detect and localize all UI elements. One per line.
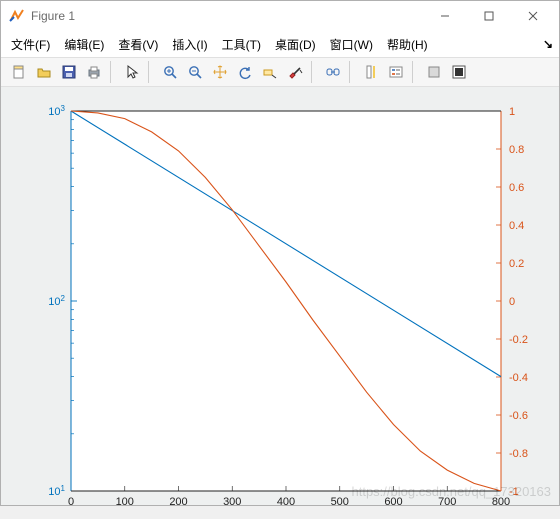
pointer-button[interactable]	[120, 60, 144, 84]
toolbar-separator	[148, 61, 154, 83]
menu-desktop[interactable]: 桌面(D)	[271, 34, 320, 55]
legend-button[interactable]	[384, 60, 408, 84]
svg-text:100: 100	[116, 496, 134, 508]
axes[interactable]: 0 100 200 300 400 500 600 700 800 101 102 103 -1 -0.8…	[15, 101, 545, 519]
save-button[interactable]	[57, 60, 81, 84]
menu-help[interactable]: 帮助(H)	[383, 34, 432, 55]
matlab-logo-icon	[9, 8, 25, 24]
svg-text:-0.2: -0.2	[509, 334, 528, 346]
toolbar-separator	[349, 61, 355, 83]
pan-button[interactable]	[208, 60, 232, 84]
toolbar-separator	[311, 61, 317, 83]
svg-text:0.6: 0.6	[509, 182, 524, 194]
svg-text:-1: -1	[509, 486, 519, 498]
menu-window[interactable]: 窗口(W)	[326, 34, 377, 55]
svg-text:-0.6: -0.6	[509, 410, 528, 422]
svg-text:500: 500	[331, 496, 349, 508]
svg-text:103: 103	[48, 104, 65, 119]
minimize-button[interactable]	[423, 2, 467, 30]
toolbar-more-icon[interactable]: ↘	[535, 37, 553, 51]
menu-edit[interactable]: 编辑(E)	[60, 34, 108, 55]
open-button[interactable]	[32, 60, 56, 84]
new-figure-button[interactable]	[7, 60, 31, 84]
svg-text:-0.8: -0.8	[509, 448, 528, 460]
svg-text:0: 0	[68, 496, 74, 508]
toolbar-separator	[110, 61, 116, 83]
svg-text:700: 700	[438, 496, 456, 508]
menu-insert[interactable]: 插入(I)	[168, 34, 211, 55]
print-button[interactable]	[82, 60, 106, 84]
brush-button[interactable]	[283, 60, 307, 84]
svg-text:0.4: 0.4	[509, 220, 524, 232]
svg-text:0.2: 0.2	[509, 258, 524, 270]
close-button[interactable]	[511, 2, 555, 30]
svg-text:300: 300	[223, 496, 241, 508]
menubar: 文件(F) 编辑(E) 查看(V) 插入(I) 工具(T) 桌面(D) 窗口(W…	[1, 31, 559, 57]
link-button[interactable]	[321, 60, 345, 84]
svg-text:1: 1	[509, 106, 515, 118]
axes-container: 0100200300400500600700800101102103-1-0.8…	[15, 101, 545, 491]
titlebar: Figure 1	[1, 1, 559, 31]
data-cursor-button[interactable]	[258, 60, 282, 84]
menu-file[interactable]: 文件(F)	[7, 34, 54, 55]
maximize-button[interactable]	[467, 2, 511, 30]
menu-view[interactable]: 查看(V)	[114, 34, 162, 55]
svg-text:102: 102	[48, 294, 65, 309]
svg-text:0.8: 0.8	[509, 144, 524, 156]
svg-text:600: 600	[384, 496, 402, 508]
zoom-out-button[interactable]	[183, 60, 207, 84]
zoom-in-button[interactable]	[158, 60, 182, 84]
show-tools-button[interactable]	[447, 60, 471, 84]
menu-tools[interactable]: 工具(T)	[218, 34, 265, 55]
svg-text:101: 101	[48, 484, 65, 499]
svg-text:400: 400	[277, 496, 295, 508]
svg-text:0: 0	[509, 296, 515, 308]
svg-text:-0.4: -0.4	[509, 372, 528, 384]
toolbar-separator	[412, 61, 418, 83]
window-title: Figure 1	[31, 9, 423, 23]
svg-text:800: 800	[492, 496, 510, 508]
figure-window: Figure 1 文件(F) 编辑(E) 查看(V) 插入(I) 工具(T) 桌…	[0, 0, 560, 506]
rotate-button[interactable]	[233, 60, 257, 84]
hide-tools-button[interactable]	[422, 60, 446, 84]
figure-content: 0 100 200 300 400 500 600 700 800 101 102 103 -1 -0.8…	[1, 87, 559, 505]
toolbar	[1, 57, 559, 87]
colorbar-button[interactable]	[359, 60, 383, 84]
svg-text:200: 200	[169, 496, 187, 508]
